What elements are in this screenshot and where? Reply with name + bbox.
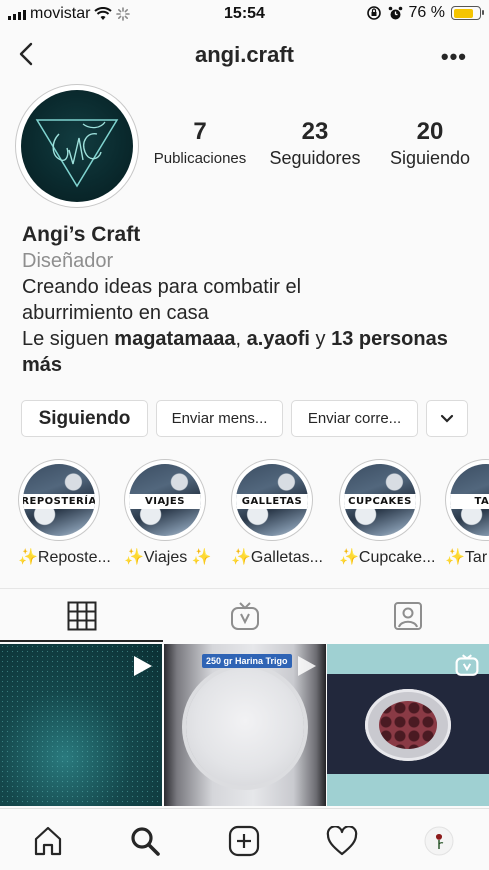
igtv-badge-icon (455, 654, 479, 676)
plate-image (186, 668, 304, 786)
highlight-cover-ring: VIAJES (124, 459, 206, 541)
chevron-down-icon (440, 414, 454, 423)
bio-line: aburrimiento en casa (22, 302, 209, 324)
followers-count-label: Seguidores (269, 148, 361, 168)
avatar-logo (21, 90, 133, 202)
profile-username: angi.craft (194, 42, 295, 67)
highlight-caption: ✨Cupcake... (339, 549, 436, 566)
tabs-top-divider (0, 588, 489, 589)
highlight-cover-ring: GALLETAS (231, 459, 313, 541)
rotation-lock-icon (366, 6, 381, 20)
profile-stats: 7 Publicaciones 23 Seguidores 20 Siguien… (150, 118, 480, 169)
triangle-monogram-logo (35, 119, 119, 188)
add-post-icon (228, 825, 260, 857)
followers-count[interactable]: 23 Seguidores (265, 118, 365, 169)
followed-by[interactable]: Le siguen magatamaaa, a.yaofi y 13 perso… (22, 326, 482, 378)
following-count-value: 20 (416, 118, 444, 145)
video-play-icon (298, 656, 316, 676)
alarm-icon (388, 6, 402, 19)
followed-by-and: y (309, 328, 332, 350)
heart-icon (326, 826, 358, 856)
following-count-label: Siguiendo (389, 148, 471, 168)
post-thumbnail[interactable] (327, 644, 489, 806)
profile-bio: Angi’s Craft Diseñador Creando ideas par… (22, 222, 482, 378)
followed-by-user[interactable]: a.yaofi (247, 328, 310, 350)
highlight-item[interactable]: TAR ✨Tar (445, 459, 489, 567)
posts-count[interactable]: 7 Publicaciones (150, 118, 250, 169)
highlight-tag: CUPCAKES (344, 494, 416, 509)
nav-activity[interactable] (324, 823, 360, 859)
status-bar: movistar 15:54 76 % (0, 0, 489, 30)
highlight-cover: GALLETAS (236, 464, 308, 536)
bio-line: Creando ideas para combatir el (22, 276, 302, 298)
highlight-cover: REPOSTERÍA (23, 464, 95, 536)
highlight-cover-ring: TAR (445, 459, 489, 541)
highlight-caption: ✨Reposte... (18, 549, 111, 566)
tab-grid-posts[interactable] (0, 590, 163, 642)
nav-add-post[interactable] (226, 823, 262, 859)
highlight-item[interactable]: CUPCAKES ✨Cupcake... (339, 459, 436, 567)
status-right: 76 % (366, 4, 484, 22)
tagged-person-icon (393, 602, 422, 630)
profile-avatar[interactable] (15, 84, 139, 208)
igtv-icon (230, 602, 259, 630)
highlight-caption: ✨Viajes ✨ (124, 549, 212, 566)
highlight-item[interactable]: VIAJES ✨Viajes ✨ (124, 459, 212, 567)
highlight-cover-ring: CUPCAKES (339, 459, 421, 541)
profile-display-name: Angi’s Craft (22, 223, 141, 246)
home-icon (34, 826, 62, 856)
video-play-icon (134, 656, 152, 676)
following-count[interactable]: 20 Siguiendo (380, 118, 480, 169)
search-icon (131, 827, 160, 856)
send-email-button[interactable]: Enviar corre... (291, 400, 418, 437)
highlight-cover: TAR (450, 464, 489, 536)
profile-navbar: angi.craft ••• (0, 30, 489, 80)
highlight-cover-ring: REPOSTERÍA (18, 459, 100, 541)
bottom-navigation (0, 808, 489, 870)
highlight-cover: VIAJES (129, 464, 201, 536)
highlight-item[interactable]: GALLETAS ✨Galletas... (231, 459, 323, 567)
battery-icon (451, 6, 484, 20)
grid-icon (67, 601, 96, 631)
highlight-tag: GALLETAS (236, 494, 308, 509)
highlight-item[interactable]: REPOSTERÍA ✨Reposte... (18, 459, 111, 567)
posts-count-label: Publicaciones (153, 150, 247, 167)
nav-search[interactable] (127, 823, 163, 859)
followed-by-separator: , (235, 328, 247, 350)
send-message-button[interactable]: Enviar mens... (156, 400, 283, 437)
nav-home[interactable] (30, 823, 66, 859)
suggestions-dropdown-button[interactable] (426, 400, 468, 437)
highlight-tag: REPOSTERÍA (23, 494, 95, 509)
profile-category: Diseñador (22, 250, 114, 272)
highlight-tag: VIAJES (129, 494, 201, 509)
active-tab-indicator (0, 640, 163, 642)
more-horizontal-icon[interactable]: ••• (441, 44, 467, 70)
battery-percent: 76 % (408, 4, 445, 21)
nav-profile[interactable] (421, 823, 457, 859)
following-button[interactable]: Siguiendo (21, 400, 148, 437)
post-thumbnail[interactable] (0, 644, 162, 806)
tab-igtv[interactable] (163, 590, 326, 642)
highlight-caption: ✨Galletas... (231, 549, 323, 566)
followers-count-value: 23 (301, 118, 329, 145)
highlight-caption: ✨Tar (445, 549, 488, 566)
post-overlay-text: 250 gr Harina Trigo (202, 654, 292, 668)
highlight-tag: TAR (450, 494, 489, 509)
profile-avatar-icon (424, 826, 454, 856)
tab-tagged[interactable] (326, 590, 489, 642)
followed-by-user[interactable]: magatamaaa (114, 328, 235, 350)
posts-count-value: 7 (193, 118, 207, 145)
followed-by-prefix: Le siguen (22, 328, 115, 350)
highlight-cover: CUPCAKES (344, 464, 416, 536)
post-thumbnail[interactable]: 250 gr Harina Trigo (164, 644, 326, 806)
dessert-tray-image (365, 689, 451, 761)
